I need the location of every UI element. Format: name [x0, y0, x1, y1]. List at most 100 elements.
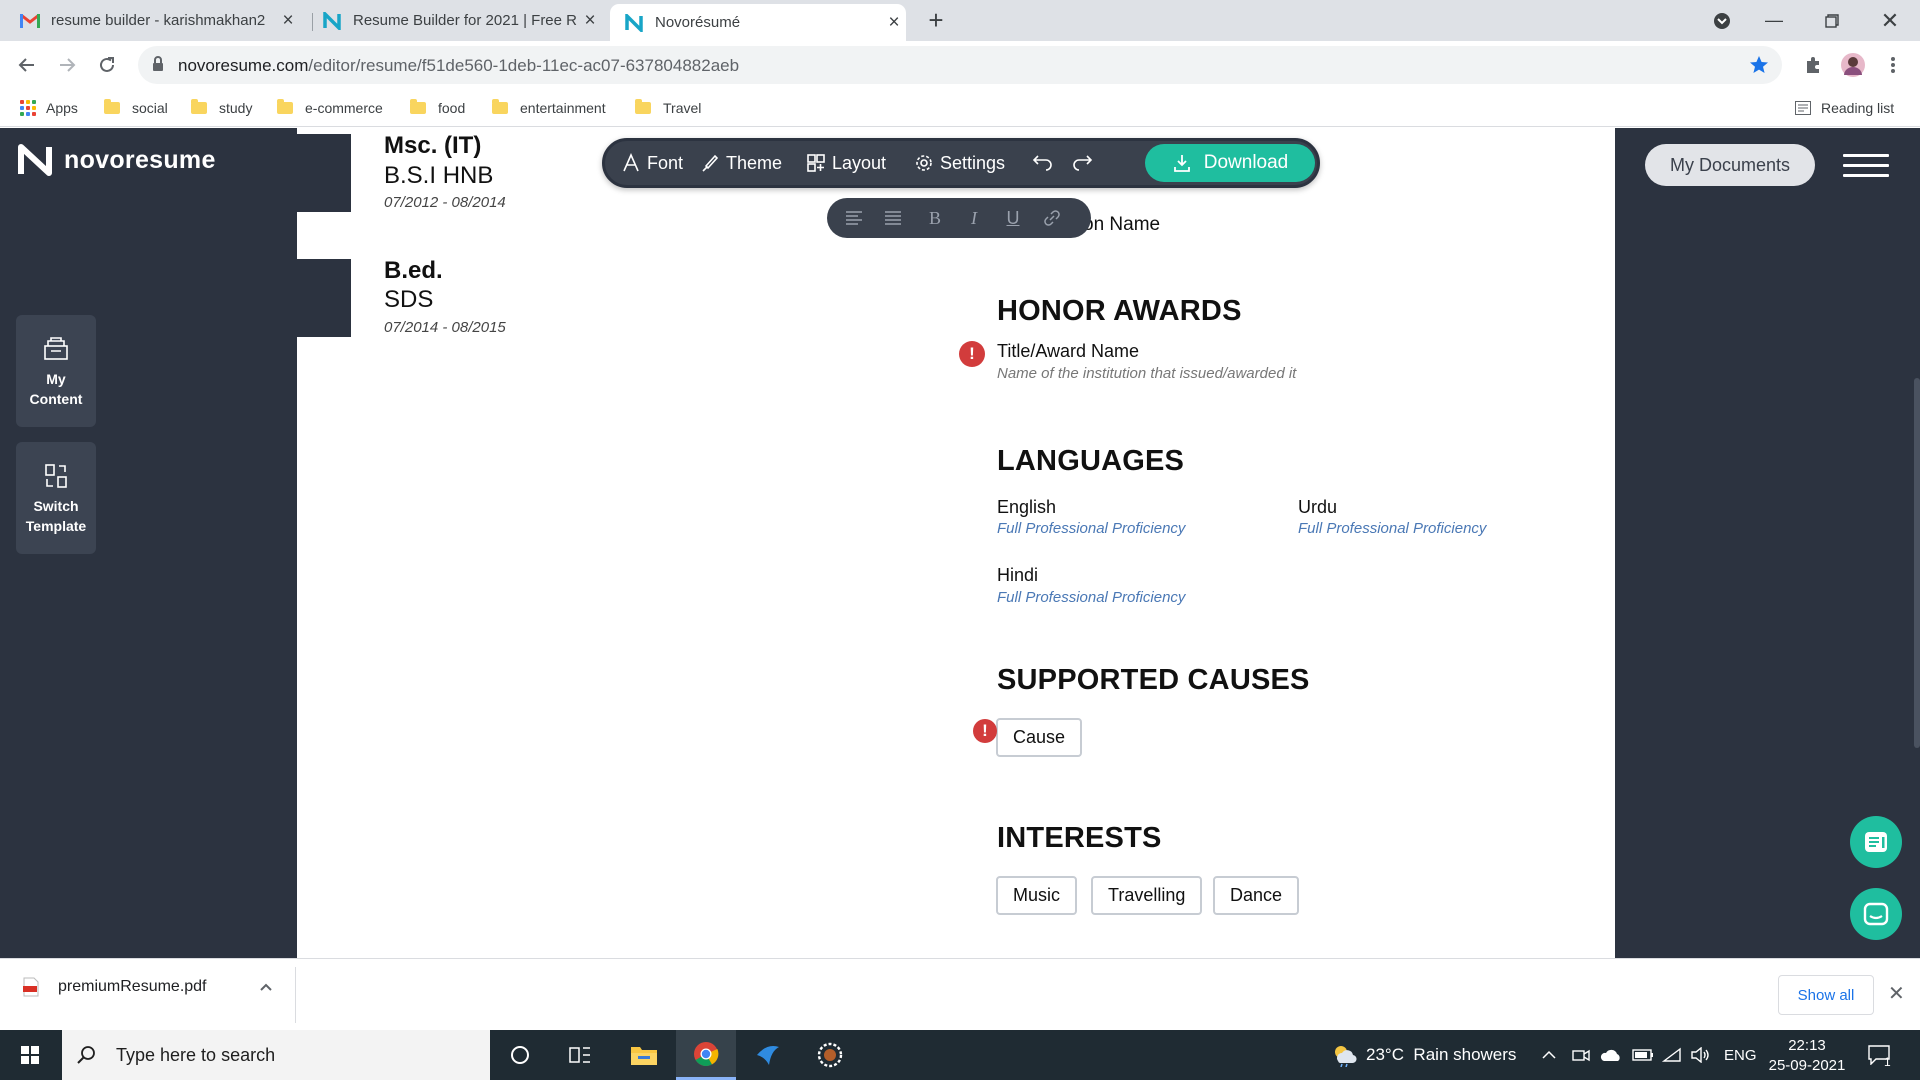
- bookmark-food[interactable]: food: [410, 97, 465, 119]
- bookmark-apps[interactable]: Apps: [20, 97, 78, 119]
- align-left-icon[interactable]: [839, 198, 869, 238]
- taskbar-search-box[interactable]: Type here to search: [62, 1030, 490, 1080]
- browser-menu-icon[interactable]: [1878, 50, 1908, 80]
- interests-heading[interactable]: INTERESTS: [997, 822, 1162, 855]
- organization-name-fragment[interactable]: on Name: [1083, 214, 1160, 236]
- intercom-chat-button[interactable]: [1850, 888, 1902, 940]
- chrome-icon[interactable]: [676, 1030, 736, 1080]
- language-level[interactable]: Full Professional Proficiency: [1298, 520, 1486, 537]
- clock-date[interactable]: 25-09-2021: [1764, 1055, 1850, 1075]
- education-dates[interactable]: 07/2012 - 08/2014: [384, 194, 506, 211]
- windows-start-icon[interactable]: [0, 1030, 60, 1080]
- resume-canvas[interactable]: Msc. (IT) B.S.I HNB 07/2012 - 08/2014 B.…: [297, 128, 1615, 958]
- task-view-icon[interactable]: [550, 1030, 610, 1080]
- education-dates[interactable]: 07/2014 - 08/2015: [384, 319, 506, 336]
- settings-app-icon[interactable]: [800, 1030, 860, 1080]
- reload-icon[interactable]: [92, 50, 122, 80]
- notifications-icon[interactable]: 1: [1868, 1030, 1891, 1080]
- education-degree[interactable]: B.ed.: [384, 257, 443, 285]
- bookmark-study[interactable]: study: [191, 97, 252, 119]
- language-level[interactable]: Full Professional Proficiency: [997, 520, 1185, 537]
- languages-heading[interactable]: LANGUAGES: [997, 445, 1184, 478]
- cortana-icon[interactable]: [490, 1030, 550, 1080]
- reading-list[interactable]: Reading list: [1795, 97, 1894, 119]
- input-language[interactable]: ENG: [1724, 1030, 1757, 1080]
- education-marker: [297, 259, 351, 337]
- font-button[interactable]: Font: [621, 141, 683, 185]
- new-tab-button[interactable]: +: [922, 7, 950, 35]
- undo-button[interactable]: [1032, 141, 1060, 185]
- address-bar[interactable]: novoresume.com/editor/resume/f51de560-1d…: [138, 46, 1782, 84]
- app-bird-icon[interactable]: [738, 1030, 798, 1080]
- italic-button[interactable]: I: [959, 198, 989, 238]
- bookmark-entertainment[interactable]: entertainment: [492, 97, 606, 119]
- wifi-icon[interactable]: [1662, 1030, 1682, 1080]
- close-shelf-icon[interactable]: ✕: [1888, 981, 1905, 1006]
- chevron-up-icon[interactable]: [1542, 1030, 1556, 1080]
- education-school[interactable]: B.S.I HNB: [384, 162, 493, 190]
- profile-avatar[interactable]: [1838, 50, 1868, 80]
- interest-pill[interactable]: Travelling: [1091, 876, 1203, 915]
- switch-template-button[interactable]: Switch Template: [16, 442, 96, 554]
- file-explorer-icon[interactable]: [614, 1030, 674, 1080]
- minimize-icon[interactable]: —: [1744, 0, 1804, 41]
- onedrive-icon[interactable]: [1600, 1030, 1622, 1080]
- download-filename: premiumResume.pdf: [58, 978, 207, 995]
- tab-search-icon[interactable]: [1692, 0, 1752, 41]
- bold-button[interactable]: B: [920, 198, 950, 238]
- volume-icon[interactable]: [1690, 1030, 1710, 1080]
- my-documents-button[interactable]: My Documents: [1645, 144, 1815, 186]
- cause-pill[interactable]: Cause: [996, 718, 1083, 757]
- language-name[interactable]: Urdu: [1298, 497, 1337, 518]
- theme-button[interactable]: Theme: [700, 141, 782, 185]
- link-icon[interactable]: [1037, 198, 1067, 238]
- tab-gmail[interactable]: resume builder - karishmakhan2 ×: [20, 0, 300, 41]
- battery-icon[interactable]: [1632, 1030, 1654, 1080]
- redo-button[interactable]: [1071, 141, 1099, 185]
- award-title[interactable]: Title/Award Name: [997, 341, 1139, 362]
- extensions-icon[interactable]: [1798, 50, 1828, 80]
- warning-icon[interactable]: !: [973, 719, 997, 743]
- tab-resume-builder[interactable]: Resume Builder for 2021 | Free R ×: [322, 0, 602, 41]
- download-button[interactable]: Download: [1145, 144, 1315, 182]
- interest-pill[interactable]: Dance: [1213, 876, 1300, 915]
- warning-icon[interactable]: !: [959, 341, 985, 367]
- layout-button[interactable]: Layout: [806, 141, 886, 185]
- settings-button[interactable]: Settings: [914, 141, 1005, 185]
- document-chat-button[interactable]: [1850, 816, 1902, 868]
- close-tab-icon[interactable]: ×: [578, 10, 602, 32]
- download-item[interactable]: premiumResume.pdf: [22, 977, 273, 997]
- language-level[interactable]: Full Professional Proficiency: [997, 589, 1185, 606]
- bookmark-social[interactable]: social: [104, 97, 168, 119]
- download-icon: [1173, 155, 1190, 172]
- my-content-button[interactable]: My Content: [16, 315, 96, 427]
- clock-time[interactable]: 22:13: [1770, 1035, 1844, 1055]
- hamburger-menu-icon[interactable]: [1843, 154, 1889, 184]
- tab-novoresume[interactable]: Novorésumé ×: [610, 4, 906, 41]
- language-name[interactable]: Hindi: [997, 565, 1038, 586]
- award-institution[interactable]: Name of the institution that issued/awar…: [997, 365, 1296, 382]
- restore-icon[interactable]: [1802, 0, 1862, 41]
- close-window-icon[interactable]: ✕: [1860, 0, 1920, 41]
- bookmark-e-commerce[interactable]: e-commerce: [277, 97, 383, 119]
- close-tab-icon[interactable]: ×: [882, 12, 906, 34]
- forward-icon[interactable]: [52, 50, 82, 80]
- back-icon[interactable]: [12, 50, 42, 80]
- chevron-up-icon[interactable]: [259, 982, 273, 992]
- weather-widget[interactable]: 23°C Rain showers: [1330, 1030, 1516, 1080]
- justify-icon[interactable]: [878, 198, 908, 238]
- interest-pill[interactable]: Music: [996, 876, 1078, 915]
- education-degree[interactable]: Msc. (IT): [384, 132, 481, 160]
- page-scrollbar[interactable]: [1914, 378, 1920, 748]
- honor-awards-heading[interactable]: HONOR AWARDS: [997, 295, 1242, 328]
- education-school[interactable]: SDS: [384, 286, 433, 314]
- close-tab-icon[interactable]: ×: [276, 10, 300, 32]
- show-all-button[interactable]: Show all: [1778, 975, 1874, 1015]
- underline-button[interactable]: U: [998, 198, 1028, 238]
- supported-causes-heading[interactable]: SUPPORTED CAUSES: [997, 664, 1310, 697]
- meet-now-icon[interactable]: [1572, 1030, 1590, 1080]
- bookmark-travel[interactable]: Travel: [635, 97, 701, 119]
- novoresume-logo[interactable]: novoresume: [18, 144, 216, 176]
- bookmark-star-icon[interactable]: [1748, 54, 1770, 81]
- language-name[interactable]: English: [997, 497, 1056, 518]
